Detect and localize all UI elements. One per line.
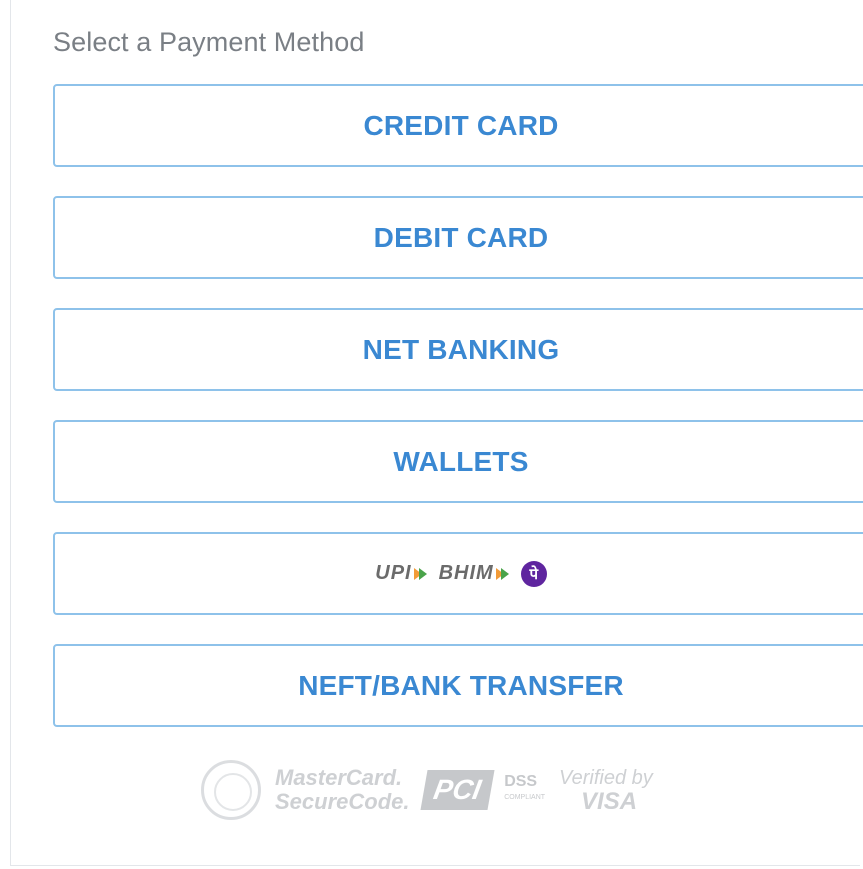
dss-text: DSS xyxy=(504,773,538,790)
upi-arrow-green-icon xyxy=(418,567,427,580)
upi-logos: UPI BHIM पे xyxy=(375,560,547,587)
bhim-arrow-green-icon xyxy=(500,567,509,580)
pci-badge: PCI xyxy=(419,770,494,810)
credit-card-label: CREDIT CARD xyxy=(363,109,559,141)
verified-by-visa-badge: Verified by VISA xyxy=(559,766,653,814)
bhim-logo: BHIM xyxy=(439,562,509,585)
mastercard-line2: SecureCode. xyxy=(275,789,410,814)
debit-card-button[interactable]: DEBIT CARD xyxy=(53,196,863,279)
neft-bank-transfer-label: NEFT/BANK TRANSFER xyxy=(298,669,624,701)
upi-button[interactable]: UPI BHIM पे xyxy=(53,532,863,615)
dss-subtext: COMPLIANT xyxy=(504,794,546,801)
net-banking-button[interactable]: NET BANKING xyxy=(53,308,863,391)
wallets-button[interactable]: WALLETS xyxy=(53,420,863,503)
upi-logo-text: UPI xyxy=(375,562,412,584)
verified-by-text: Verified by xyxy=(559,767,653,789)
payment-method-panel: Select a Payment Method CREDIT CARD DEBI… xyxy=(10,0,863,866)
neft-bank-transfer-button[interactable]: NEFT/BANK TRANSFER xyxy=(53,644,863,727)
debit-card-label: DEBIT CARD xyxy=(373,221,549,253)
bhim-logo-text: BHIM xyxy=(438,562,494,584)
phonepe-icon: पे xyxy=(520,560,547,587)
upi-logo: UPI xyxy=(375,562,427,585)
dss-badge: DSS COMPLIANT xyxy=(504,774,545,806)
rbi-seal-icon xyxy=(201,760,261,820)
credit-card-button[interactable]: CREDIT CARD xyxy=(53,84,863,167)
security-badges: MasterCard. SecureCode. PCI DSS COMPLIAN… xyxy=(201,760,653,820)
mastercard-line1: MasterCard. xyxy=(275,765,403,790)
visa-text: VISA xyxy=(581,788,638,815)
page-title: Select a Payment Method xyxy=(53,27,365,57)
net-banking-label: NET BANKING xyxy=(362,333,560,365)
mastercard-securecode-badge: MasterCard. SecureCode. xyxy=(275,766,410,814)
wallets-label: WALLETS xyxy=(393,445,529,477)
